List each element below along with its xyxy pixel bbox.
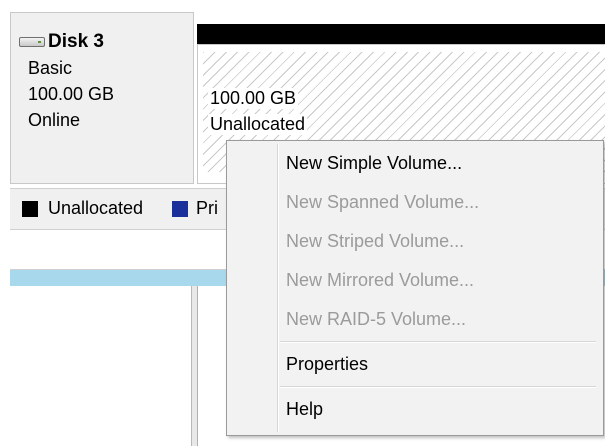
menu-item-help[interactable]: Help: [230, 392, 600, 428]
menu-item-label: New Simple Volume...: [286, 153, 463, 173]
menu-item-label: New Striped Volume...: [286, 231, 465, 251]
menu-item-label: Help: [286, 399, 324, 419]
legend-label-unallocated: Unallocated: [48, 198, 144, 218]
menu-item-label: New Spanned Volume...: [286, 192, 480, 212]
legend-label-primary: Pri: [196, 198, 218, 218]
menu-item-new-striped-volume[interactable]: New Striped Volume...: [230, 224, 600, 260]
menu-item-label: Properties: [286, 354, 369, 374]
disk-size: 100.00 GB: [28, 84, 115, 104]
legend-swatch-primary: [172, 201, 188, 217]
partition-state: Unallocated: [208, 114, 308, 135]
menu-item-label: New RAID-5 Volume...: [286, 309, 467, 329]
legend-swatch-unallocated: [22, 201, 38, 217]
menu-item-properties[interactable]: Properties: [230, 347, 600, 383]
tree-pane[interactable]: [10, 286, 192, 446]
menu-item-new-spanned-volume[interactable]: New Spanned Volume...: [230, 185, 600, 221]
menu-item-new-raid5-volume[interactable]: New RAID-5 Volume...: [230, 302, 600, 338]
disk-status: Online: [28, 110, 81, 130]
menu-item-label: New Mirrored Volume...: [286, 270, 475, 290]
disk-drive-icon: [19, 37, 45, 47]
menu-item-new-simple-volume[interactable]: New Simple Volume...: [230, 146, 600, 182]
disk-name: Disk 3: [48, 31, 104, 52]
partition-header-bar: [197, 24, 605, 44]
menu-separator: [280, 341, 596, 343]
disk-title: Disk 3: [19, 30, 104, 54]
disk-type: Basic: [28, 58, 73, 78]
menu-item-new-mirrored-volume[interactable]: New Mirrored Volume...: [230, 263, 600, 299]
partition-size: 100.00 GB: [208, 88, 299, 109]
menu-separator: [280, 386, 596, 388]
